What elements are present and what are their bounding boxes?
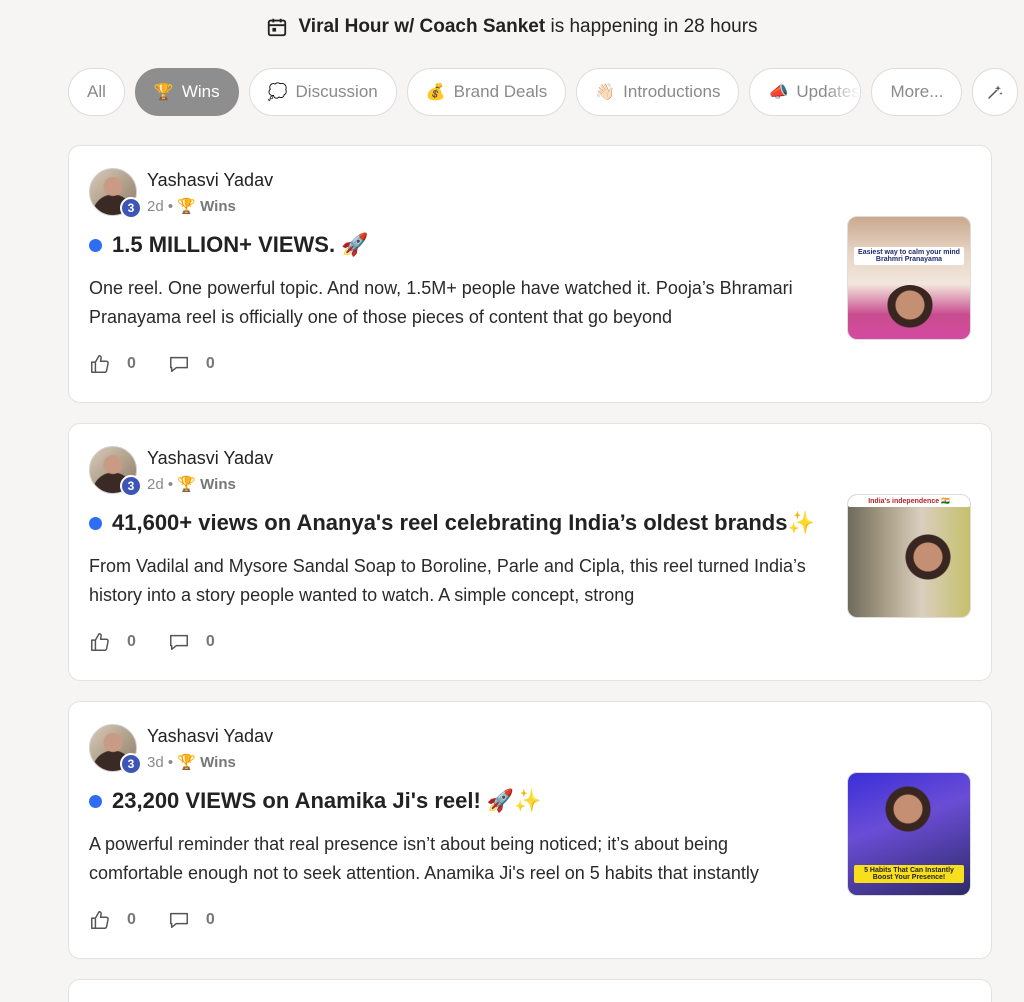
post-actions: 0 0 [89, 909, 233, 931]
filter-label: All [87, 82, 106, 101]
post-category[interactable]: 🏆 Wins [177, 476, 236, 493]
author-name[interactable]: Yashasvi Yadav [147, 448, 273, 469]
filter-discussion[interactable]: 💭 Discussion [248, 68, 397, 116]
event-suffix: is happening in 28 hours [550, 16, 758, 37]
filter-wins[interactable]: 🏆 Wins [134, 68, 239, 116]
filter-brand-deals[interactable]: 💰 Brand Deals [406, 68, 567, 116]
comment-count: 0 [205, 911, 215, 928]
trophy-icon: 🏆 [153, 84, 174, 101]
author-name[interactable]: Yashasvi Yadav [147, 726, 273, 747]
filter-label: Introductions [623, 82, 721, 101]
thumbs-up-icon [91, 633, 109, 651]
comment-button[interactable]: 0 [168, 909, 215, 931]
filter-updates[interactable]: 📣 Updates [749, 68, 862, 116]
calendar-icon [268, 18, 287, 37]
post-title[interactable]: 23,200 VIEWS on Anamika Ji's reel! 🚀✨ [89, 788, 542, 814]
sparkle-filter-button[interactable] [972, 68, 1019, 116]
waving-hand-icon: 👋🏻 [595, 84, 616, 101]
megaphone-icon: 📣 [768, 84, 789, 101]
post-title-text: 23,200 VIEWS on Anamika Ji's reel! 🚀✨ [112, 788, 542, 813]
thumbnail-person [898, 533, 958, 593]
comment-count: 0 [205, 633, 215, 650]
post-card[interactable] [68, 979, 992, 1002]
filter-label: Brand Deals [453, 82, 548, 101]
thumbnail-caption: Easiest way to calm your mind Brahmri Pr… [854, 247, 964, 265]
money-bag-icon: 💰 [425, 84, 446, 101]
filter-label: More... [890, 82, 944, 101]
post-actions: 0 0 [89, 631, 233, 653]
filter-introductions[interactable]: 👋🏻 Introductions [576, 68, 740, 116]
thumbs-up-icon [91, 355, 109, 373]
post-excerpt: A powerful reminder that real presence i… [89, 834, 759, 883]
post-title[interactable]: 1.5 MILLION+ VIEWS. 🚀 [89, 232, 369, 258]
post-thumbnail[interactable]: India's independence 🇮🇳 [847, 494, 971, 618]
like-button[interactable]: 0 [89, 353, 136, 375]
post-meta: 3d • 🏆 Wins [147, 754, 236, 771]
thumbnail-caption: 5 Habits That Can Instantly Boost Your P… [854, 865, 964, 883]
post-card[interactable]: 3 Yashasvi Yadav 2d • 🏆 Wins 41,600+ vie… [68, 423, 992, 681]
avatar[interactable]: 3 [89, 446, 142, 497]
comment-count: 0 [205, 355, 215, 372]
filter-label: Updates [796, 82, 860, 101]
post-age: 2d [147, 476, 164, 493]
comment-button[interactable]: 0 [168, 353, 215, 375]
thought-bubble-icon: 💭 [267, 84, 288, 101]
post-author: 3 Yashasvi Yadav 2d • 🏆 Wins [89, 446, 273, 497]
unread-dot [89, 238, 102, 252]
post-meta: 2d • 🏆 Wins [147, 198, 236, 215]
post-title[interactable]: 41,600+ views on Ananya's reel celebrati… [89, 510, 815, 536]
post-author: 3 Yashasvi Yadav 2d • 🏆 Wins [89, 168, 273, 219]
post-card[interactable]: 3 Yashasvi Yadav 2d • 🏆 Wins 1.5 MILLION… [68, 145, 992, 403]
event-name[interactable]: Viral Hour w/ Coach Sanket [298, 16, 545, 37]
like-count: 0 [127, 911, 136, 928]
post-age: 2d [147, 198, 164, 215]
filter-all[interactable]: All [68, 68, 125, 116]
thumbnail-person [885, 285, 935, 335]
like-count: 0 [127, 355, 136, 372]
thumbnail-person [878, 785, 938, 845]
filter-label: Discussion [295, 82, 378, 101]
level-badge: 3 [120, 197, 142, 219]
like-button[interactable]: 0 [89, 631, 136, 653]
sparkle-wand-icon [988, 85, 1003, 99]
unread-dot [89, 794, 102, 808]
post-card[interactable]: 3 Yashasvi Yadav 3d • 🏆 Wins 23,200 VIEW… [68, 701, 992, 959]
post-title-text: 1.5 MILLION+ VIEWS. 🚀 [112, 232, 369, 257]
filter-more[interactable]: More... [871, 68, 963, 116]
post-actions: 0 0 [89, 353, 233, 375]
comment-bubble-icon [169, 912, 188, 929]
avatar[interactable]: 3 [89, 724, 142, 775]
comment-button[interactable]: 0 [168, 631, 215, 653]
post-category[interactable]: 🏆 Wins [177, 754, 236, 771]
post-author: 3 Yashasvi Yadav 3d • 🏆 Wins [89, 724, 273, 775]
post-age: 3d [147, 754, 164, 771]
comment-bubble-icon [169, 356, 188, 373]
post-thumbnail[interactable]: 5 Habits That Can Instantly Boost Your P… [847, 772, 971, 896]
thumbs-up-icon [91, 911, 109, 929]
post-category[interactable]: 🏆 Wins [177, 198, 236, 215]
post-thumbnail[interactable]: Easiest way to calm your mind Brahmri Pr… [847, 216, 971, 340]
level-badge: 3 [120, 475, 142, 497]
author-name[interactable]: Yashasvi Yadav [147, 170, 273, 191]
thumbnail-caption: India's independence 🇮🇳 [848, 495, 970, 507]
event-banner[interactable]: Viral Hour w/ Coach Sanket is happening … [0, 16, 1024, 38]
avatar[interactable]: 3 [89, 168, 142, 219]
post-excerpt: From Vadilal and Mysore Sandal Soap to B… [89, 556, 806, 605]
like-button[interactable]: 0 [89, 909, 136, 931]
post-excerpt: One reel. One powerful topic. And now, 1… [89, 278, 793, 327]
comment-bubble-icon [169, 634, 188, 651]
filter-label: Wins [181, 82, 220, 101]
post-title-text: 41,600+ views on Ananya's reel celebrati… [112, 510, 815, 535]
unread-dot [89, 516, 102, 530]
level-badge: 3 [120, 753, 142, 775]
post-meta: 2d • 🏆 Wins [147, 476, 236, 493]
like-count: 0 [127, 633, 136, 650]
category-filter-bar: All 🏆 Wins 💭 Discussion 💰 Brand Deals 👋🏻 Int… [68, 68, 1019, 116]
